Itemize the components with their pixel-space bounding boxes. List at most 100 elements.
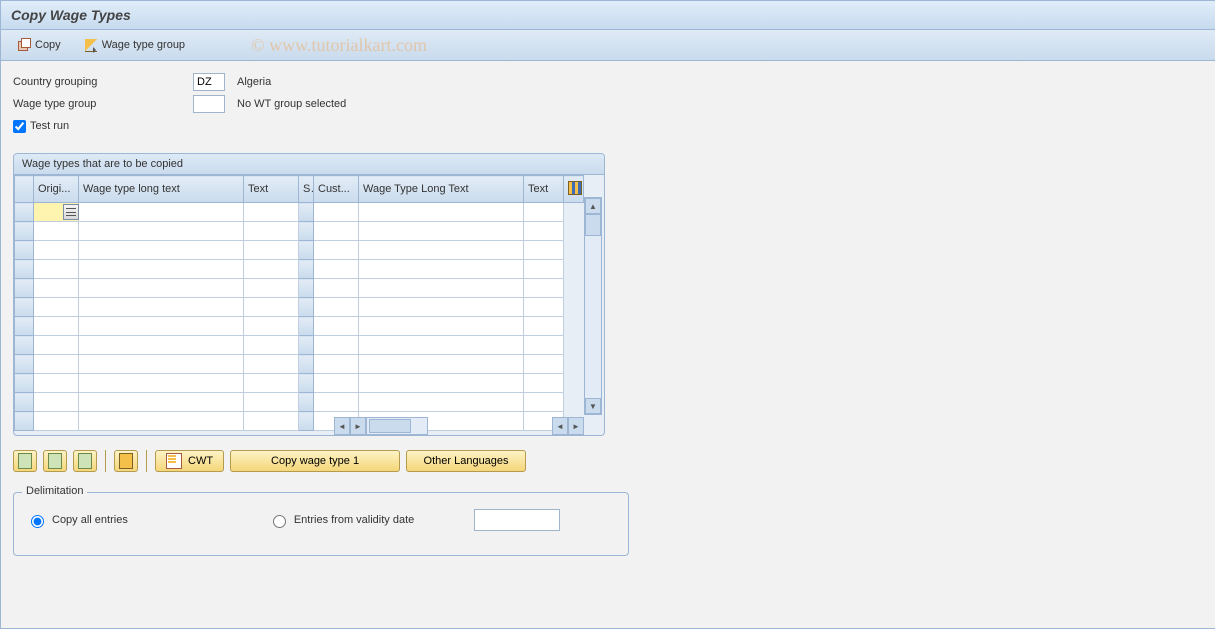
- cell-cust[interactable]: [314, 241, 359, 260]
- cell-s[interactable]: [299, 355, 314, 374]
- cell-s[interactable]: [299, 203, 314, 222]
- cell-long-text[interactable]: [79, 241, 244, 260]
- cell-original[interactable]: [34, 336, 79, 355]
- cell-text[interactable]: [244, 374, 299, 393]
- cell-long-text-2[interactable]: [359, 298, 524, 317]
- cell-cust[interactable]: [314, 260, 359, 279]
- hscroll-left[interactable]: ◄ ►: [334, 417, 428, 435]
- copy-all-entries-radio[interactable]: Copy all entries: [26, 512, 128, 528]
- cell-text[interactable]: [244, 355, 299, 374]
- col-cust[interactable]: Cust...: [314, 176, 359, 203]
- table-row[interactable]: [15, 393, 584, 412]
- cell-s[interactable]: [299, 260, 314, 279]
- cell-text-2[interactable]: [524, 222, 564, 241]
- cell-text-2[interactable]: [524, 241, 564, 260]
- cell-cust[interactable]: [314, 298, 359, 317]
- alv-button-3[interactable]: [73, 450, 97, 472]
- col-text-2[interactable]: Text: [524, 176, 564, 203]
- row-selector[interactable]: [15, 260, 34, 279]
- cell-text-2[interactable]: [524, 260, 564, 279]
- row-selector[interactable]: [15, 317, 34, 336]
- cell-cust[interactable]: [314, 279, 359, 298]
- other-languages-button[interactable]: Other Languages: [406, 450, 526, 472]
- cell-original[interactable]: [34, 317, 79, 336]
- col-text[interactable]: Text: [244, 176, 299, 203]
- cell-text[interactable]: [244, 393, 299, 412]
- col-configure[interactable]: [564, 176, 584, 203]
- cell-text[interactable]: [244, 298, 299, 317]
- scroll-thumb[interactable]: [585, 214, 601, 236]
- cell-cust[interactable]: [314, 374, 359, 393]
- cwt-button[interactable]: CWT: [155, 450, 224, 472]
- cell-text[interactable]: [244, 241, 299, 260]
- f4-help-icon[interactable]: [63, 204, 79, 220]
- table-row[interactable]: [15, 260, 584, 279]
- cell-long-text-2[interactable]: [359, 336, 524, 355]
- cell-long-text[interactable]: [79, 203, 244, 222]
- cell-text-2[interactable]: [524, 298, 564, 317]
- row-selector[interactable]: [15, 336, 34, 355]
- cell-cust[interactable]: [314, 222, 359, 241]
- col-wt-long-text[interactable]: Wage type long text: [79, 176, 244, 203]
- cell-long-text[interactable]: [79, 260, 244, 279]
- cell-original[interactable]: [34, 393, 79, 412]
- cell-s[interactable]: [299, 393, 314, 412]
- table-row[interactable]: [15, 336, 584, 355]
- cell-long-text[interactable]: [79, 355, 244, 374]
- row-selector[interactable]: [15, 393, 34, 412]
- cell-text-2[interactable]: [524, 336, 564, 355]
- cell-long-text[interactable]: [79, 374, 244, 393]
- cell-text-2[interactable]: [524, 317, 564, 336]
- scroll-left-arrow-icon[interactable]: ◄: [334, 417, 350, 435]
- cell-original[interactable]: [34, 355, 79, 374]
- cell-original[interactable]: [34, 222, 79, 241]
- cell-original[interactable]: [34, 279, 79, 298]
- table-row[interactable]: [15, 279, 584, 298]
- cell-s[interactable]: [299, 374, 314, 393]
- cell-s[interactable]: [299, 279, 314, 298]
- cell-s[interactable]: [299, 317, 314, 336]
- cell-cust[interactable]: [314, 355, 359, 374]
- cell-cust[interactable]: [314, 317, 359, 336]
- cell-long-text[interactable]: [79, 317, 244, 336]
- cell-cust[interactable]: [314, 203, 359, 222]
- cell-s[interactable]: [299, 222, 314, 241]
- row-selector[interactable]: [15, 374, 34, 393]
- cell-long-text[interactable]: [79, 393, 244, 412]
- cell-long-text-2[interactable]: [359, 241, 524, 260]
- table-row[interactable]: [15, 298, 584, 317]
- hscroll-thumb-left[interactable]: [369, 419, 411, 433]
- cell-original[interactable]: [34, 241, 79, 260]
- cell-text-2[interactable]: [524, 374, 564, 393]
- row-selector[interactable]: [15, 279, 34, 298]
- alv-button-2[interactable]: [43, 450, 67, 472]
- table-row[interactable]: [15, 241, 584, 260]
- cell-text[interactable]: [244, 279, 299, 298]
- entries-from-date-radio[interactable]: Entries from validity date: [268, 512, 414, 528]
- col-s[interactable]: S: [299, 176, 314, 203]
- cell-text[interactable]: [244, 336, 299, 355]
- cell-long-text-2[interactable]: [359, 355, 524, 374]
- table-row[interactable]: [15, 374, 584, 393]
- row-selector[interactable]: [15, 355, 34, 374]
- col-original[interactable]: Origi...: [34, 176, 79, 203]
- table-row[interactable]: [15, 222, 584, 241]
- wage-type-group-input[interactable]: [193, 95, 225, 113]
- copy-wage-type-1-button[interactable]: Copy wage type 1: [230, 450, 400, 472]
- validity-date-input[interactable]: [474, 509, 560, 531]
- cell-text[interactable]: [244, 317, 299, 336]
- row-selector[interactable]: [15, 298, 34, 317]
- grid-vertical-scrollbar[interactable]: ▲ ▼: [584, 197, 602, 415]
- cell-original[interactable]: [34, 374, 79, 393]
- cell-long-text[interactable]: [79, 279, 244, 298]
- scroll-left-arrow-icon-2[interactable]: ◄: [552, 417, 568, 435]
- cell-text[interactable]: [244, 222, 299, 241]
- hscroll-right[interactable]: ◄ ►: [552, 417, 584, 435]
- hscroll-track-left[interactable]: [366, 417, 428, 435]
- cell-text[interactable]: [244, 203, 299, 222]
- grid-table[interactable]: Origi... Wage type long text Text S Cust…: [14, 175, 584, 431]
- row-selector[interactable]: [15, 241, 34, 260]
- cell-cust[interactable]: [314, 336, 359, 355]
- col-wt-long-text-2[interactable]: Wage Type Long Text: [359, 176, 524, 203]
- cell-long-text-2[interactable]: [359, 203, 524, 222]
